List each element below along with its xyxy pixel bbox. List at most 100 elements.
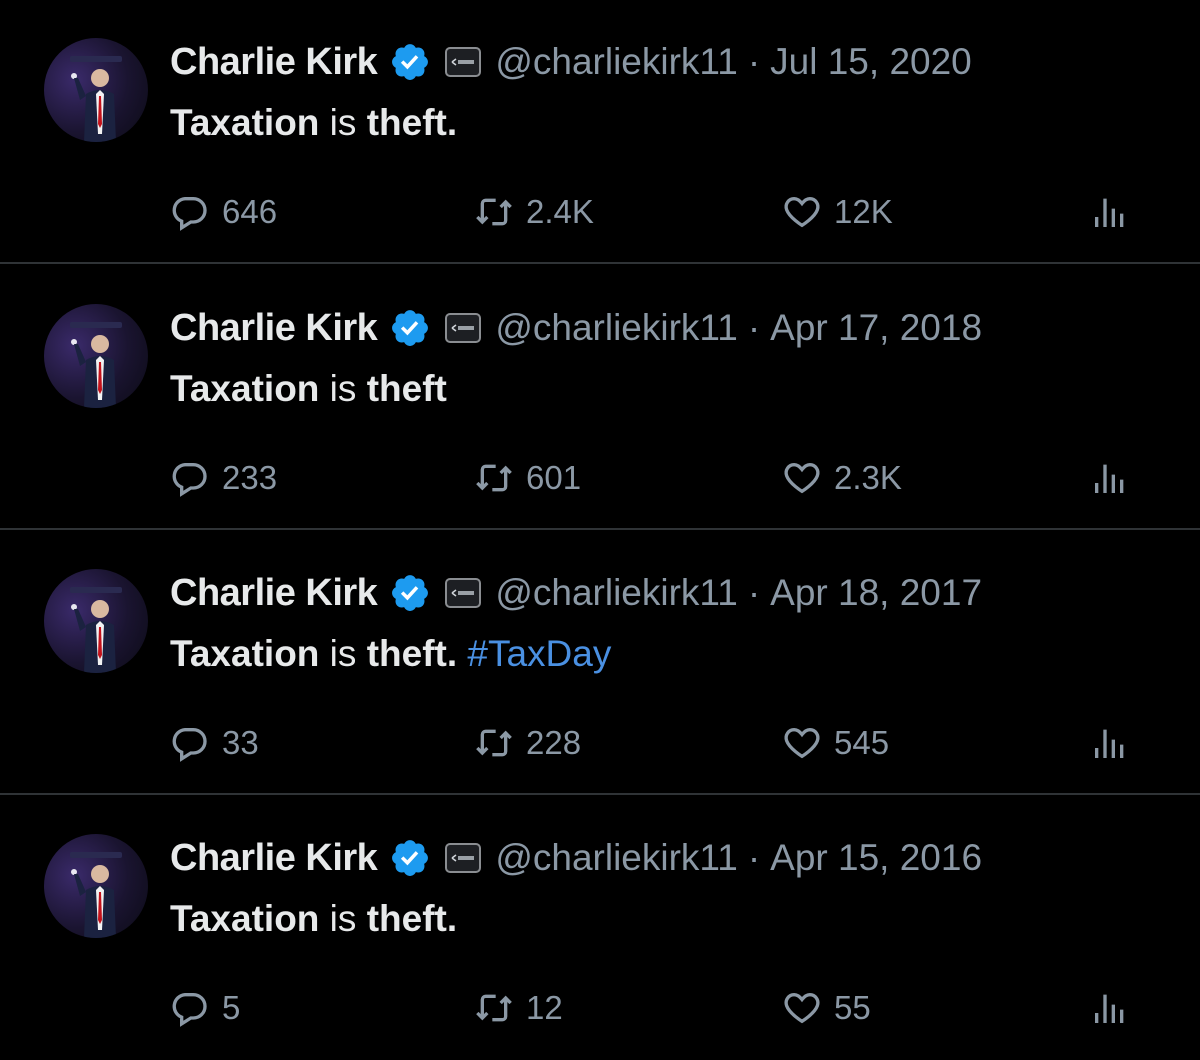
action-bar: 646 2.4K 12K [0,188,1200,236]
text-word: theft. [366,898,458,939]
retweet-count: 601 [526,459,582,496]
avatar[interactable] [44,304,148,408]
retweet-icon [476,198,512,226]
text-word: is [319,368,367,409]
retweet-icon [476,729,512,757]
tweet-text: Taxation is theft. #TaxDay [170,633,611,675]
author-name[interactable]: Charlie Kirk [170,837,378,880]
retweet-button[interactable]: 12 [474,984,563,1032]
separator: · [747,572,761,613]
separator: · [747,41,761,82]
heart-icon [784,727,820,759]
reply-icon [172,728,207,762]
views-button[interactable] [1090,454,1130,502]
tweet-text: Taxation is theft. [170,898,457,940]
reply-button[interactable]: 5 [170,984,240,1032]
author-handle[interactable]: @charliekirk11 [495,307,738,349]
action-bar: 33 228 545 [0,719,1200,767]
retweet-count: 12 [526,989,563,1026]
reply-count: 5 [222,989,241,1026]
text-word: Taxation [170,633,320,674]
views-icon [1095,464,1124,493]
author-name[interactable]: Charlie Kirk [170,572,378,615]
views-button[interactable] [1090,984,1130,1032]
like-count: 55 [834,989,871,1026]
retweet-button[interactable]: 601 [474,454,581,502]
reply-icon [172,197,207,231]
author-handle[interactable]: @charliekirk11 [495,837,738,879]
tweet-date[interactable]: Apr 15, 2016 [770,837,982,879]
text-word: Taxation [170,102,320,143]
like-button[interactable]: 55 [782,984,871,1032]
text-word: is [319,102,367,143]
verified-badge-icon [389,572,431,614]
like-count: 2.3K [834,459,902,496]
avatar[interactable] [44,38,148,142]
tweet[interactable]: Charlie Kirk @charliekirk11 · Apr 15, 20… [0,796,1200,1060]
retweet-count: 2.4K [526,193,594,230]
tweet[interactable]: Charlie Kirk @charliekirk11 · Apr 17, 20… [0,266,1200,530]
text-word: Taxation [170,368,320,409]
views-button[interactable] [1090,188,1130,236]
reply-icon [172,463,207,497]
heart-icon [784,462,820,494]
reply-count: 233 [222,459,278,496]
affiliation-badge-icon[interactable] [445,313,482,343]
retweet-button[interactable]: 228 [474,719,581,767]
views-icon [1095,994,1124,1023]
views-icon [1095,198,1124,227]
tweet-header: Charlie Kirk @charliekirk11 · Apr 15, 20… [170,834,982,882]
reply-count: 646 [222,193,278,230]
reply-button[interactable]: 33 [170,719,259,767]
avatar[interactable] [44,834,148,938]
author-handle[interactable]: @charliekirk11 [495,572,738,614]
separator: · [747,307,761,348]
affiliation-badge-icon[interactable] [445,843,482,873]
text-word: is [319,898,367,939]
text-word: theft [366,368,447,409]
views-button[interactable] [1090,719,1130,767]
text-word: is [319,633,367,674]
tweet-header: Charlie Kirk @charliekirk11 · Apr 17, 20… [170,304,982,352]
tweet-text: Taxation is theft. [170,102,457,144]
verified-badge-icon [389,307,431,349]
tweet-text: Taxation is theft [170,368,447,410]
reply-button[interactable]: 646 [170,188,277,236]
like-button[interactable]: 2.3K [782,454,902,502]
like-count: 12K [834,193,893,230]
text-word: Taxation [170,898,320,939]
action-bar: 5 12 55 [0,984,1200,1032]
affiliation-badge-icon[interactable] [445,578,482,608]
heart-icon [784,992,820,1024]
heart-icon [784,196,820,228]
reply-icon [172,993,207,1027]
retweet-icon [476,464,512,492]
tweet[interactable]: Charlie Kirk @charliekirk11 · Apr 18, 20… [0,531,1200,795]
author-handle[interactable]: @charliekirk11 [495,41,738,83]
tweet-date[interactable]: Jul 15, 2020 [770,41,972,83]
like-button[interactable]: 545 [782,719,889,767]
tweet-date[interactable]: Apr 17, 2018 [770,307,982,349]
like-button[interactable]: 12K [782,188,893,236]
views-icon [1095,729,1124,758]
author-name[interactable]: Charlie Kirk [170,41,378,84]
hashtag-link[interactable]: #TaxDay [457,633,611,674]
retweet-count: 228 [526,724,582,761]
text-word: theft. [366,102,458,143]
action-bar: 233 601 2.3K [0,454,1200,502]
avatar[interactable] [44,569,148,673]
affiliation-badge-icon[interactable] [445,47,482,77]
tweet-feed: Charlie Kirk @charliekirk11 · Jul 15, 20… [0,0,1200,1042]
tweet-date[interactable]: Apr 18, 2017 [770,572,982,614]
retweet-icon [476,994,512,1022]
tweet[interactable]: Charlie Kirk @charliekirk11 · Jul 15, 20… [0,0,1200,264]
like-count: 545 [834,724,890,761]
verified-badge-icon [389,837,431,879]
text-word: theft. [366,633,458,674]
reply-button[interactable]: 233 [170,454,277,502]
reply-count: 33 [222,724,259,761]
retweet-button[interactable]: 2.4K [474,188,594,236]
author-name[interactable]: Charlie Kirk [170,307,378,350]
separator: · [747,837,761,878]
verified-badge-icon [389,41,431,83]
